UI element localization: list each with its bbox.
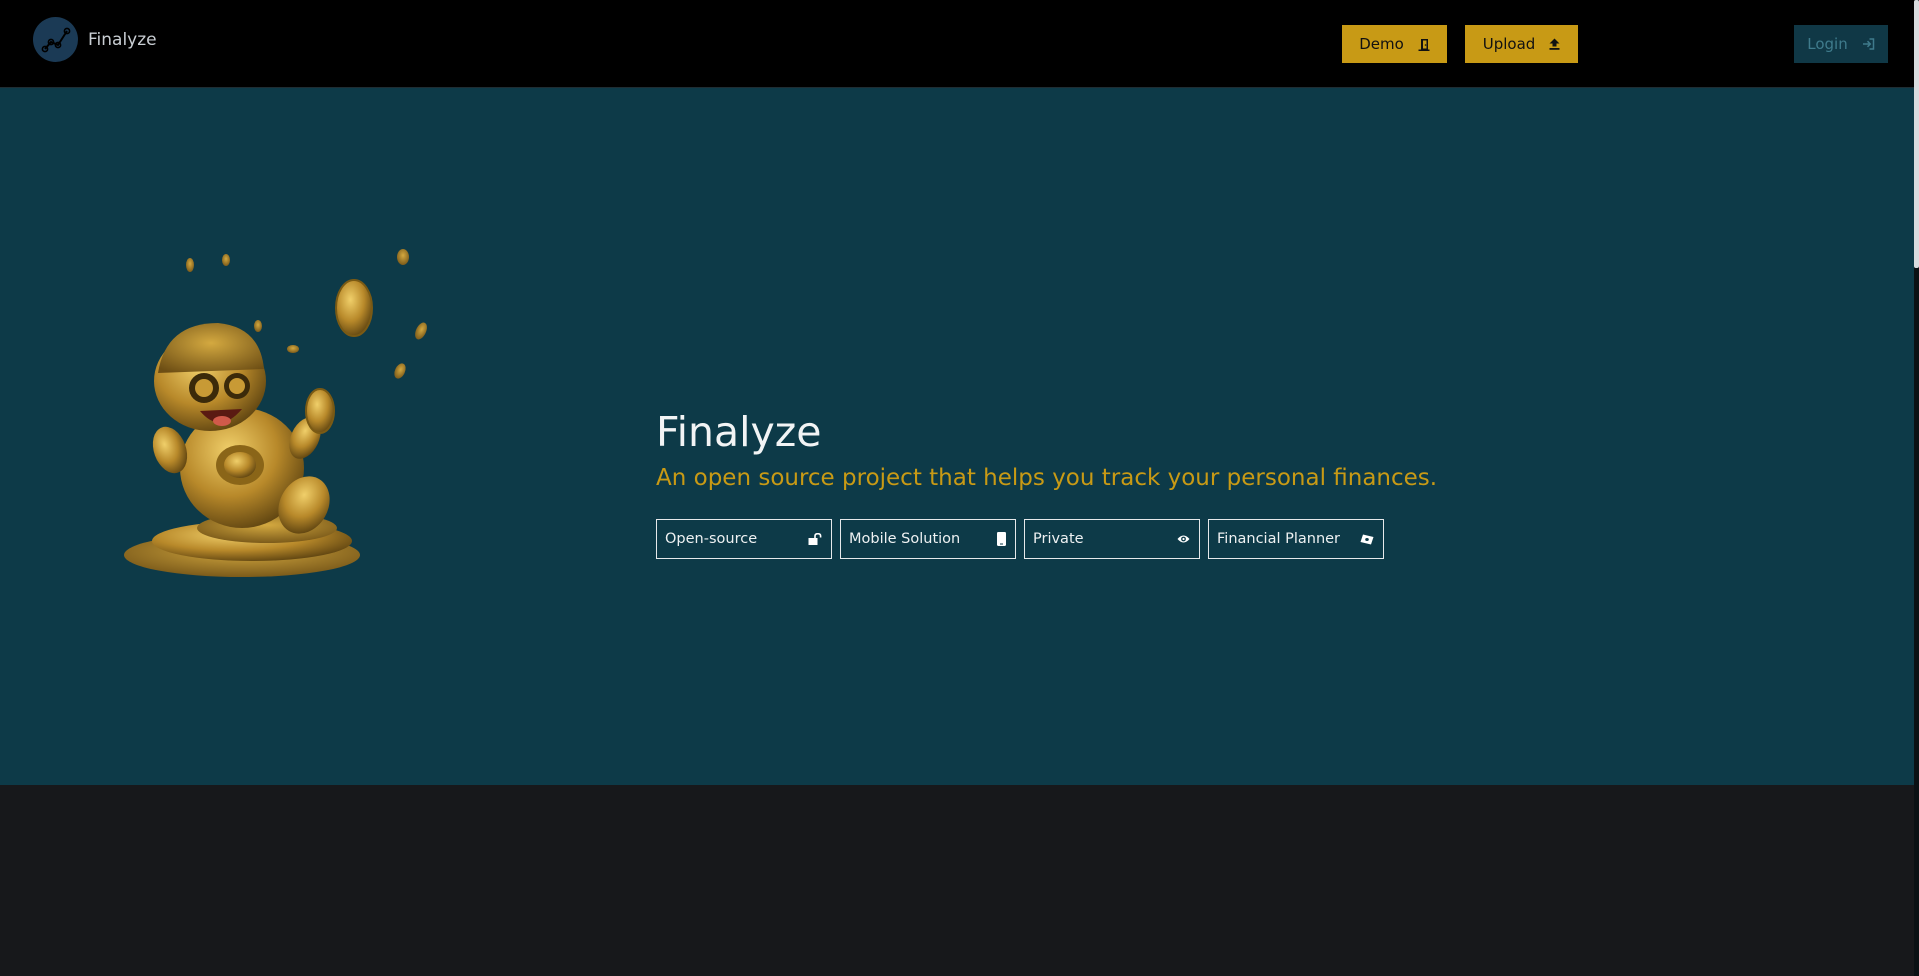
sign-in-icon xyxy=(1862,38,1875,50)
demo-button[interactable]: Demo xyxy=(1342,25,1447,63)
eye-icon xyxy=(1177,534,1190,544)
feature-label: Open-source xyxy=(665,531,758,547)
mobile-icon xyxy=(997,532,1006,546)
hero-title: Finalyze xyxy=(656,408,822,456)
feature-badge-mobile-solution: Mobile Solution xyxy=(840,519,1016,559)
page: Finalyze Demo Upload Login Finalyze An o… xyxy=(0,0,1919,976)
lower-section xyxy=(0,785,1919,976)
feature-badge-financial-planner: Financial Planner xyxy=(1208,519,1384,559)
feature-label: Private xyxy=(1033,531,1084,547)
page-scrollbar[interactable] xyxy=(1914,0,1919,976)
mascot-coins-illustration xyxy=(92,243,432,583)
feature-badge-open-source: Open-source xyxy=(656,519,832,559)
brand-logo-icon xyxy=(33,17,78,62)
door-open-icon xyxy=(1418,38,1430,51)
brand-name: Finalyze xyxy=(88,29,157,50)
upload-button-label: Upload xyxy=(1482,35,1536,53)
login-button[interactable]: Login xyxy=(1794,25,1888,63)
unlock-icon xyxy=(808,533,822,545)
feature-label: Financial Planner xyxy=(1217,531,1341,547)
money-bill-icon xyxy=(1360,534,1374,545)
hero-subtitle: An open source project that helps you tr… xyxy=(656,465,1438,491)
feature-badges: Open-source Mobile Solution Private Fina… xyxy=(656,519,1384,559)
top-navbar: Finalyze Demo Upload Login xyxy=(0,0,1919,88)
demo-button-label: Demo xyxy=(1359,35,1404,53)
feature-badge-private: Private xyxy=(1024,519,1200,559)
login-button-label: Login xyxy=(1807,35,1848,53)
feature-label: Mobile Solution xyxy=(849,531,961,547)
hero-section: Finalyze An open source project that hel… xyxy=(0,88,1919,785)
upload-icon xyxy=(1549,38,1560,50)
scrollbar-thumb[interactable] xyxy=(1914,0,1919,268)
upload-button[interactable]: Upload xyxy=(1465,25,1578,63)
brand-link[interactable]: Finalyze xyxy=(33,17,157,62)
